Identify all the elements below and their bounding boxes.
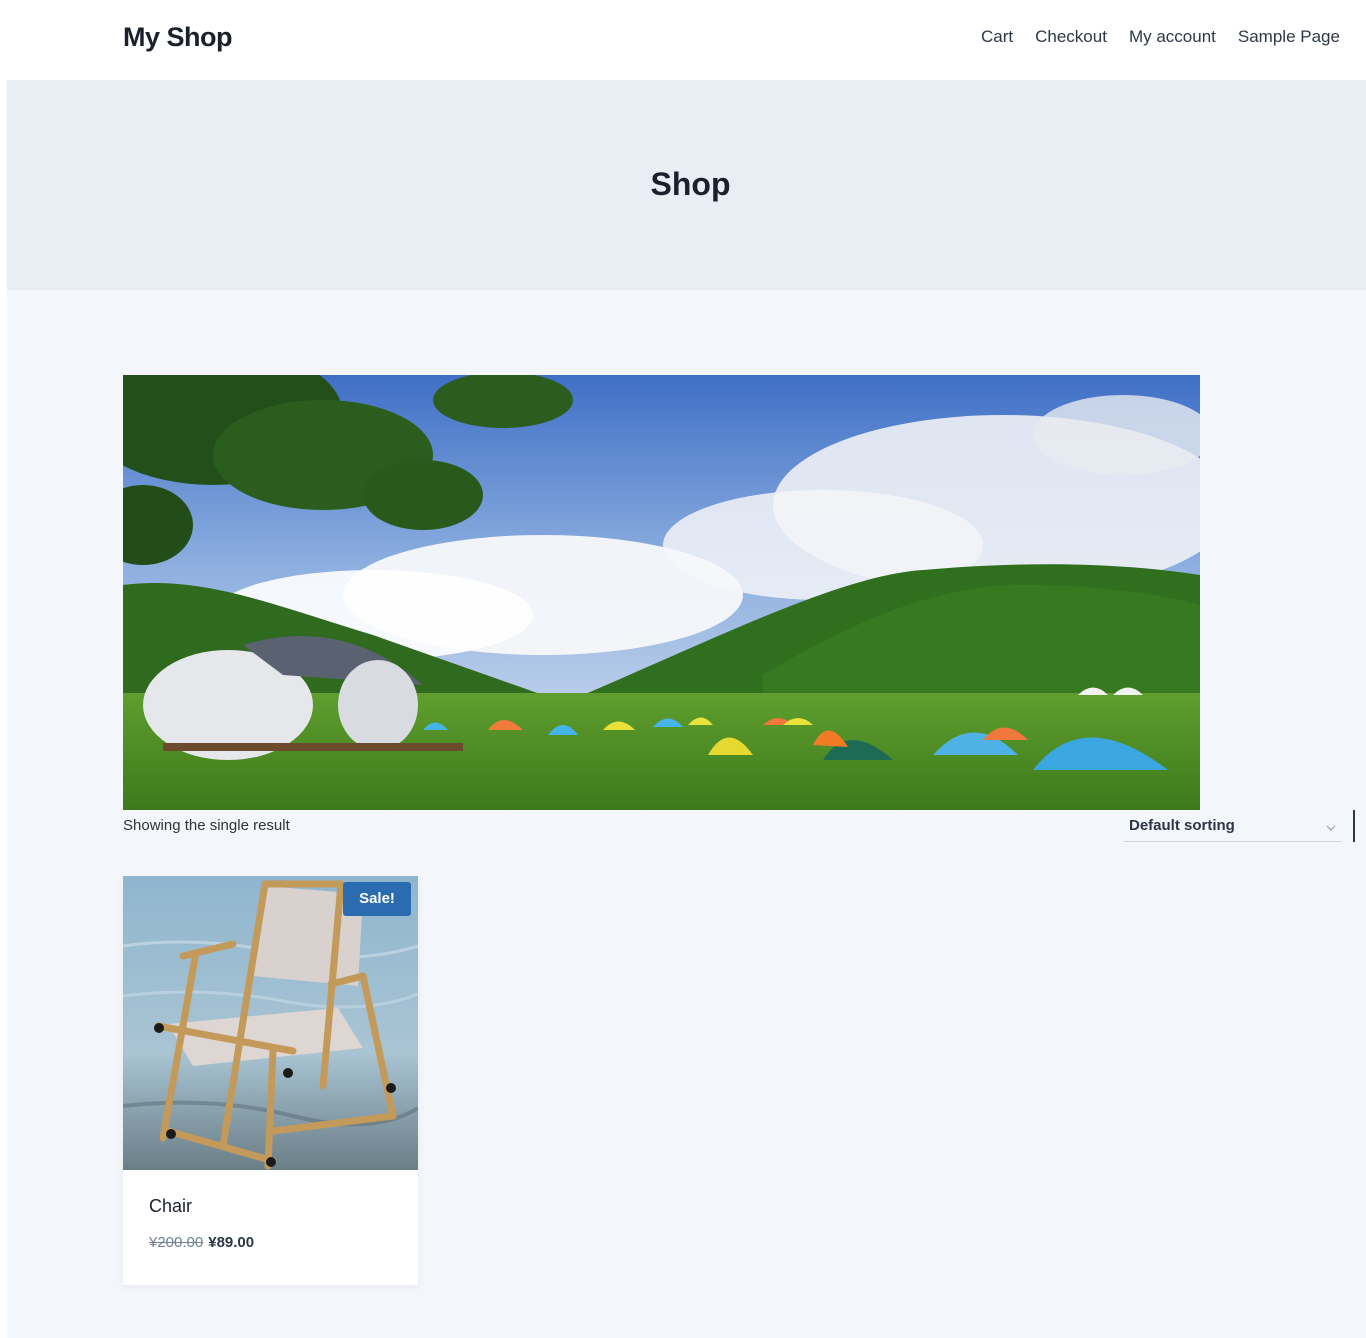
product-image[interactable]: Sale! [123, 876, 418, 1170]
product-card[interactable]: Sale! Chair ¥200.00 ¥89.00 [123, 876, 418, 1285]
site-title[interactable]: My Shop [123, 22, 233, 53]
nav-checkout[interactable]: Checkout [1035, 27, 1107, 47]
shop-banner-image [123, 375, 1200, 810]
main-navigation: Cart Checkout My account Sample Page [981, 27, 1362, 47]
text-cursor [1353, 810, 1355, 842]
result-count: Showing the single result [123, 817, 290, 834]
product-price: ¥200.00 ¥89.00 [149, 1234, 254, 1251]
page-hero: Shop [7, 80, 1366, 290]
site-header: My Shop Cart Checkout My account Sample … [7, 8, 1366, 80]
nav-cart[interactable]: Cart [981, 27, 1013, 47]
page-title: Shop [650, 166, 731, 202]
product-title[interactable]: Chair [149, 1196, 192, 1217]
nav-my-account[interactable]: My account [1129, 27, 1216, 47]
sale-badge: Sale! [343, 882, 411, 916]
sorting-select[interactable]: Default sorting [1124, 812, 1342, 842]
price-original: ¥200.00 [149, 1234, 204, 1251]
sorting-selected-value: Default sorting [1129, 817, 1235, 834]
page-frame: My Shop Cart Checkout My account Sample … [7, 8, 1366, 1338]
chevron-down-icon [1326, 820, 1336, 838]
price-sale: ¥89.00 [208, 1234, 255, 1251]
nav-sample-page[interactable]: Sample Page [1238, 27, 1340, 47]
